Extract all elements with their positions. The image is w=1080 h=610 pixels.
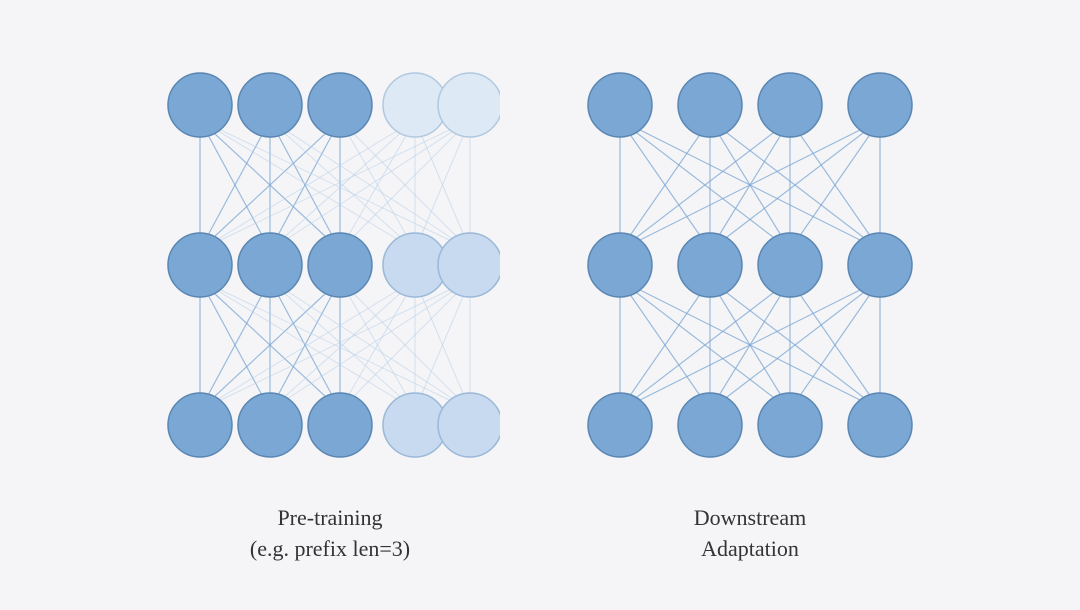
node [848, 233, 912, 297]
node [588, 233, 652, 297]
node [588, 393, 652, 457]
caption-line2: Adaptation [701, 536, 799, 561]
pre-training-caption: Pre-training (e.g. prefix len=3) [250, 503, 410, 565]
node [848, 73, 912, 137]
node [308, 73, 372, 137]
caption-line1: Pre-training [277, 505, 382, 530]
downstream-svg: .line-d { stroke: #7ba7d4; stroke-width:… [580, 45, 920, 485]
node [238, 233, 302, 297]
main-container: .line-dark { stroke: #7ba7d4; stroke-wid… [140, 25, 940, 585]
node [168, 393, 232, 457]
node [308, 233, 372, 297]
pre-training-diagram: .line-dark { stroke: #7ba7d4; stroke-wid… [160, 45, 500, 565]
node [168, 73, 232, 137]
node-light [438, 393, 500, 457]
node [848, 393, 912, 457]
node [308, 393, 372, 457]
node-light [438, 233, 500, 297]
node [238, 393, 302, 457]
node [588, 73, 652, 137]
node [678, 233, 742, 297]
node [678, 393, 742, 457]
node [758, 73, 822, 137]
downstream-diagram: .line-d { stroke: #7ba7d4; stroke-width:… [580, 45, 920, 565]
downstream-caption: Downstream Adaptation [694, 503, 806, 565]
node [168, 233, 232, 297]
pre-training-svg: .line-dark { stroke: #7ba7d4; stroke-wid… [160, 45, 500, 485]
node [678, 73, 742, 137]
caption-line1: Downstream [694, 505, 806, 530]
node [758, 233, 822, 297]
caption-line2: (e.g. prefix len=3) [250, 536, 410, 561]
node-light [438, 73, 500, 137]
node [238, 73, 302, 137]
node [758, 393, 822, 457]
